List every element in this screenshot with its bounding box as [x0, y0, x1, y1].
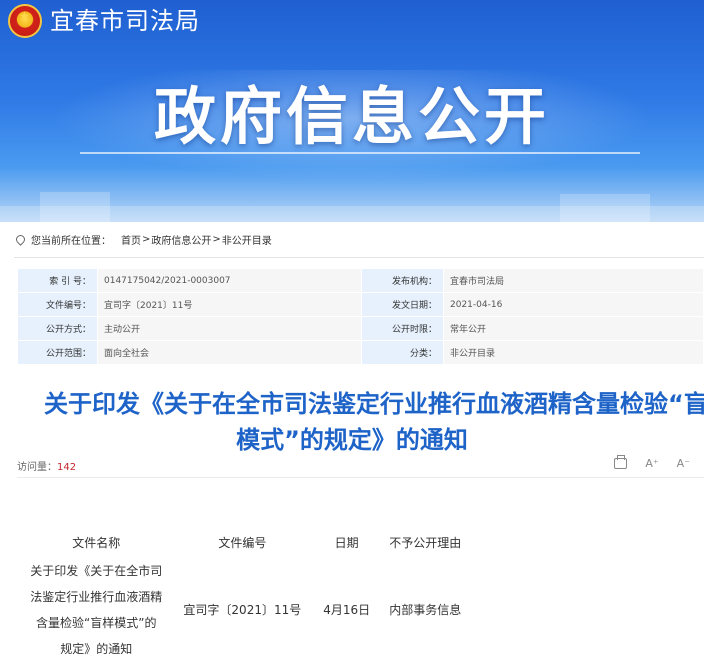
table-row: 文件编号： 宜司字〔2021〕11号 发文日期： 2021-04-16: [17, 292, 704, 317]
value-index-no: 0147175042/2021-0003007: [97, 268, 362, 293]
table-row: 关于印发《关于在全市司 法鉴定行业推行血液酒精 含量检验“盲样模式”的 规定》的…: [18, 556, 498, 662]
label-category: 分类：: [361, 340, 444, 365]
table-row: 公开方式： 主动公开 公开时限： 常年公开: [17, 316, 704, 341]
breadcrumb-separator: >: [212, 233, 221, 245]
print-icon[interactable]: [614, 455, 628, 469]
cell-reason: 内部事务信息: [389, 602, 462, 617]
view-count: 访问量：142: [17, 458, 76, 473]
metadata-table: 索 引 号： 0147175042/2021-0003007 发布机构： 宜春市…: [17, 268, 704, 365]
banner-building: [40, 192, 110, 222]
breadcrumb-home[interactable]: 首页: [121, 232, 141, 247]
file-name-line: 关于印发《关于在全市司: [30, 564, 163, 578]
table-row: 索 引 号： 0147175042/2021-0003007 发布机构： 宜春市…: [17, 268, 704, 293]
col-header-reason: 不予公开理由: [389, 535, 462, 550]
value-publisher: 宜春市司法局: [443, 268, 704, 293]
table-row: 公开范围： 面向全社会 分类： 非公开目录: [17, 340, 704, 365]
cell-date: 4月16日: [323, 602, 371, 617]
label-disclosure-scope: 公开范围：: [17, 340, 98, 365]
national-emblem-icon: ★: [8, 4, 42, 38]
article-title-line1: 关于印发《关于在全市司法鉴定行业推行血液酒精含量检验“盲样: [44, 390, 704, 418]
label-issue-date: 发文日期：: [361, 292, 444, 317]
breadcrumb-gov-info[interactable]: 政府信息公开: [151, 232, 211, 247]
breadcrumb: 您当前所在位置： 首页 > 政府信息公开 > 非公开目录: [14, 228, 272, 250]
breadcrumb-non-public[interactable]: 非公开目录: [222, 232, 272, 247]
label-disclosure-period: 公开时限：: [361, 316, 444, 341]
font-smaller-button[interactable]: A⁻: [677, 456, 690, 471]
value-issue-date: 2021-04-16: [443, 292, 704, 317]
file-name-line: 规定》的通知: [60, 642, 133, 656]
breadcrumb-divider: [14, 257, 704, 258]
banner-divider: [80, 152, 640, 154]
cell-file-name: 关于印发《关于在全市司 法鉴定行业推行血液酒精 含量检验“盲样模式”的 规定》的…: [18, 556, 175, 662]
value-disclosure-period: 常年公开: [443, 316, 704, 341]
view-count-value: 142: [57, 462, 77, 473]
font-larger-button[interactable]: A⁺: [645, 456, 658, 471]
banner-building: [560, 194, 650, 222]
location-pin-icon: [14, 232, 27, 246]
label-disclosure-method: 公开方式：: [17, 316, 98, 341]
value-doc-number: 宜司字〔2021〕11号: [97, 292, 362, 317]
site-name[interactable]: 宜春市司法局: [50, 6, 200, 36]
cell-file-number: 宜司字〔2021〕11号: [183, 602, 302, 617]
article-tools: A⁺ A⁻: [614, 455, 690, 471]
article-title-line2: 模式”的规定》的通知: [236, 426, 468, 454]
col-header-file-name: 文件名称: [72, 536, 121, 550]
document-table: 文件名称 文件编号 日期 不予公开理由 关于印发《关于在全市司 法鉴定行业推行血…: [18, 528, 498, 662]
tools-divider: [17, 477, 704, 478]
article-title: 关于印发《关于在全市司法鉴定行业推行血液酒精含量检验“盲样 模式”的规定》的通知: [0, 386, 704, 458]
label-index-no: 索 引 号：: [17, 268, 98, 293]
banner-title: 政府信息公开: [153, 80, 550, 153]
breadcrumb-lead: 您当前所在位置：: [31, 235, 111, 247]
col-header-file-number: 文件编号: [218, 535, 267, 550]
file-name-line: 含量检验“盲样模式”的: [36, 616, 157, 630]
value-category: 非公开目录: [443, 340, 704, 365]
file-name-line: 法鉴定行业推行血液酒精: [30, 590, 163, 604]
value-disclosure-method: 主动公开: [97, 316, 362, 341]
table-header-row: 文件名称 文件编号 日期 不予公开理由: [18, 528, 498, 556]
col-header-date: 日期: [334, 535, 359, 550]
value-disclosure-scope: 面向全社会: [97, 340, 362, 365]
label-publisher: 发布机构：: [361, 268, 444, 293]
label-doc-number: 文件编号：: [17, 292, 98, 317]
header-banner: ★ 宜春市司法局 政府信息公开: [0, 0, 704, 222]
view-count-label: 访问量：: [17, 462, 57, 473]
breadcrumb-separator: >: [142, 233, 151, 245]
